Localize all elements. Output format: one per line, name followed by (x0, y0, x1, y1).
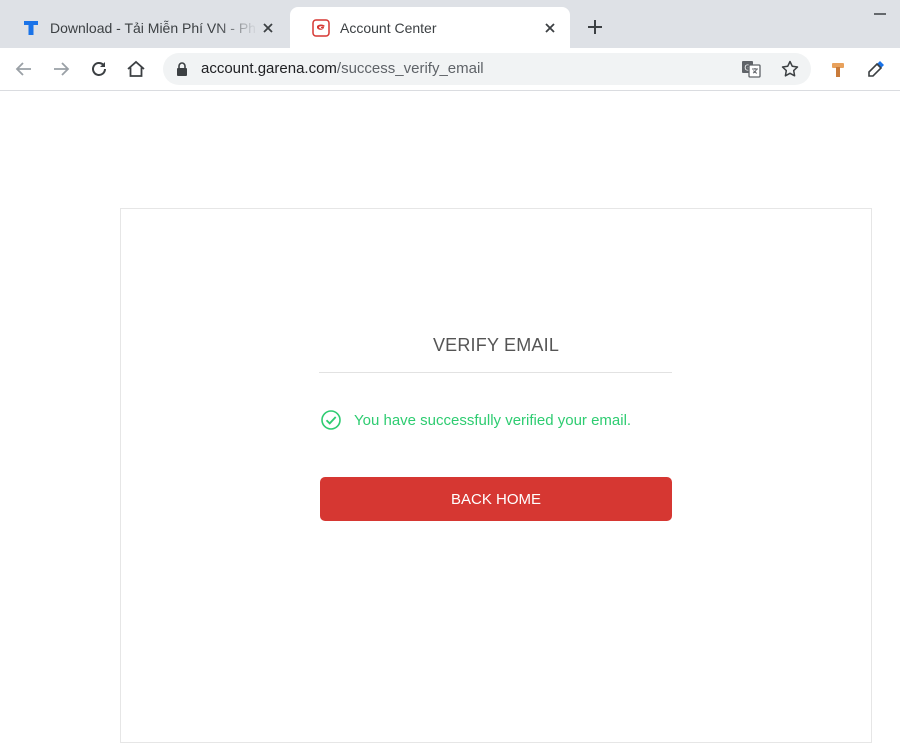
page-title: VERIFY EMAIL (432, 335, 560, 355)
browser-tabstrip: Download - Tải Miễn Phí VN - Ph Account … (0, 0, 900, 48)
minimize-button[interactable] (870, 6, 890, 22)
check-circle-icon (321, 410, 341, 430)
close-icon[interactable] (540, 18, 560, 38)
star-icon[interactable] (780, 59, 800, 79)
arrow-left-icon (15, 62, 31, 76)
back-button[interactable] (12, 57, 36, 81)
verify-email-card: VERIFY EMAIL You have successfully verif… (120, 208, 872, 743)
success-text: You have successfully verified your emai… (354, 411, 632, 429)
home-button[interactable] (124, 57, 148, 81)
url-path: /success_verify_email (336, 60, 484, 77)
eyedropper-icon (868, 61, 884, 77)
url-host: account.garena.com (201, 60, 337, 77)
arrow-right-icon (54, 62, 70, 76)
address-bar[interactable]: account.garena.com/success_verify_email … (163, 53, 811, 85)
divider (319, 372, 672, 373)
reload-icon (92, 62, 106, 76)
extension-button[interactable] (827, 57, 851, 81)
lock-icon (177, 62, 187, 76)
url-text[interactable]: account.garena.com/success_verify_email (201, 53, 484, 85)
tab-account-center[interactable]: Account Center (290, 7, 570, 48)
tab-title: Download - Tải Miễn Phí VN - Ph (50, 19, 256, 36)
reload-button[interactable] (87, 57, 111, 81)
back-home-button[interactable]: BACK HOME (320, 477, 672, 521)
browser-toolbar: account.garena.com/success_verify_email … (0, 48, 900, 91)
close-icon[interactable] (258, 18, 278, 38)
eyedropper-button[interactable] (864, 57, 888, 81)
home-icon (127, 60, 145, 77)
success-message: You have successfully verified your emai… (320, 409, 631, 431)
forward-button[interactable] (49, 57, 73, 81)
t-letter-icon (22, 19, 40, 37)
tab-download[interactable]: Download - Tải Miễn Phí VN - Ph (0, 7, 288, 48)
translate-icon[interactable]: G (741, 59, 761, 79)
plus-icon (588, 20, 602, 34)
minimize-icon (874, 13, 886, 15)
new-tab-button[interactable] (582, 14, 608, 40)
garena-logo-icon (312, 18, 330, 37)
tab-title: Account Center (340, 19, 437, 36)
page-viewport: VERIFY EMAIL You have successfully verif… (0, 91, 900, 743)
hammer-extension-icon (832, 63, 844, 77)
